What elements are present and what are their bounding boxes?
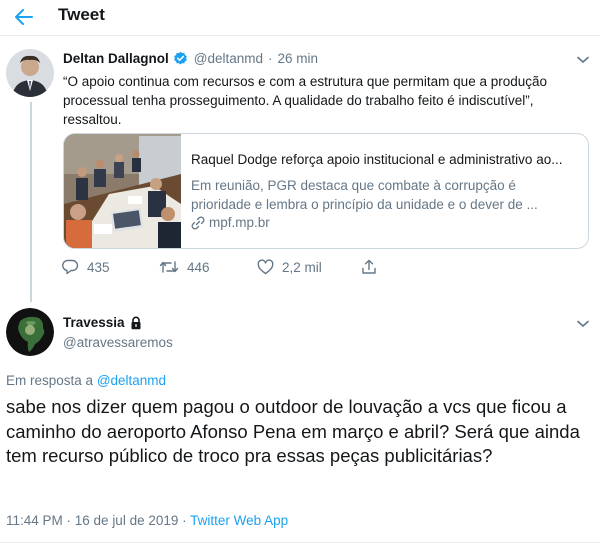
original-tweet-header: Deltan Dallagnol @deltanmd · 26 min bbox=[63, 51, 318, 66]
tweet-time[interactable]: 26 min bbox=[278, 51, 319, 66]
lock-icon bbox=[129, 316, 143, 330]
reply-to-handle-link[interactable]: @deltanmd bbox=[97, 373, 166, 388]
link-preview-card[interactable]: Raquel Dodge reforça apoio institucional… bbox=[63, 133, 589, 249]
verified-badge-icon bbox=[173, 51, 188, 66]
reply-count: 435 bbox=[87, 259, 110, 275]
chevron-down-icon bbox=[577, 320, 589, 328]
arrow-left-icon bbox=[15, 9, 33, 25]
back-button[interactable] bbox=[10, 4, 38, 30]
tweet-menu-caret[interactable] bbox=[576, 53, 590, 67]
tweet-actions: 435 446 2,2 mil bbox=[62, 259, 385, 275]
tweet-metadata: 11:44 PM · 16 de jul de 2019 · Twitter W… bbox=[6, 513, 288, 528]
tweet-timestamp[interactable]: 11:44 PM · 16 de jul de 2019 · bbox=[6, 513, 187, 528]
link-icon bbox=[191, 216, 205, 229]
reply-to-prefix: Em resposta a bbox=[6, 373, 94, 388]
author-display-name[interactable]: Deltan Dallagnol bbox=[63, 51, 169, 66]
reply-author-handle[interactable]: @atravessaremos bbox=[63, 335, 173, 350]
reply-icon bbox=[62, 259, 79, 275]
card-domain: mpf.mp.br bbox=[191, 215, 270, 230]
reply-button[interactable]: 435 bbox=[62, 259, 159, 275]
divider bbox=[0, 542, 600, 543]
retweet-icon bbox=[159, 261, 179, 273]
separator-dot: · bbox=[268, 51, 273, 66]
retweet-button[interactable]: 446 bbox=[159, 259, 257, 275]
share-button[interactable] bbox=[361, 259, 385, 275]
reply-tweet-text: sabe nos dizer quem pagou o outdoor de l… bbox=[6, 396, 580, 466]
travessia-avatar[interactable] bbox=[6, 308, 54, 356]
reply-author-display-name[interactable]: Travessia bbox=[63, 315, 125, 330]
card-description: Em reunião, PGR destaca que combate à co… bbox=[191, 178, 538, 212]
page-title: Tweet bbox=[58, 5, 105, 24]
reply-to-label: Em resposta a @deltanmd bbox=[6, 373, 166, 388]
card-thumbnail bbox=[64, 134, 181, 248]
card-title: Raquel Dodge reforça apoio institucional… bbox=[191, 152, 563, 167]
author-handle[interactable]: @deltanmd bbox=[194, 51, 263, 66]
avatar-photo bbox=[6, 49, 54, 97]
heart-icon bbox=[257, 259, 274, 275]
travessia-logo bbox=[6, 308, 54, 356]
thread-connector bbox=[30, 102, 32, 302]
chevron-down-icon bbox=[577, 56, 589, 64]
reply-tweet-header: Travessia bbox=[63, 315, 143, 330]
like-button[interactable]: 2,2 mil bbox=[257, 259, 361, 275]
tweet-source-link[interactable]: Twitter Web App bbox=[190, 513, 288, 528]
retweet-count: 446 bbox=[187, 259, 210, 275]
top-bar: Tweet bbox=[0, 0, 600, 36]
deltan-avatar[interactable] bbox=[6, 49, 54, 97]
original-tweet-text: “O apoio continua com recursos e com a e… bbox=[63, 74, 548, 127]
reply-menu-caret[interactable] bbox=[576, 317, 590, 331]
like-count: 2,2 mil bbox=[282, 259, 322, 275]
share-icon bbox=[362, 259, 376, 274]
card-domain-text: mpf.mp.br bbox=[209, 215, 270, 230]
